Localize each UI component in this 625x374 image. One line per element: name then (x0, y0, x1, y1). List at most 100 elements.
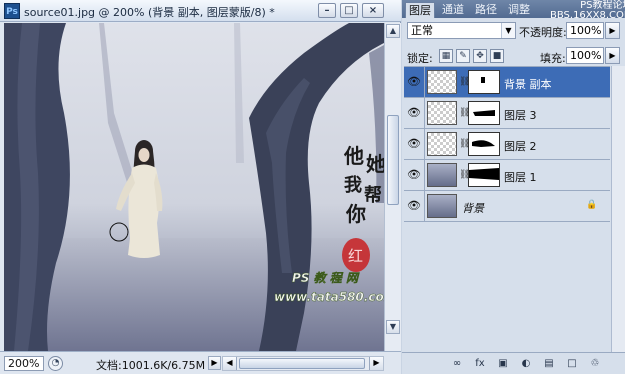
layer-name[interactable]: 图层 1 (504, 169, 537, 185)
document-title: source01.jpg @ 200% (背景 副本, 图层蒙版/8) * (24, 6, 275, 19)
tab-adjustments[interactable]: 调整 (504, 2, 534, 18)
lock-label: 锁定: (407, 52, 433, 65)
calligraphy-char: 她 (366, 152, 384, 176)
forum-watermark-line: BBS.16XX8.COM (550, 10, 625, 21)
mask-shape (469, 168, 499, 180)
seal-char: 红 (348, 247, 363, 265)
canvas-artwork: 他 她 我 帮 你 红 PS 教 程 网 www.tata580.com (4, 23, 384, 351)
layers-list: 👁 ⛓ 背景 副本 👁 ⛓ 图层 3 👁 ⛓ 图层 2 👁 ⛓ 图层 1 👁 背… (404, 66, 610, 352)
scroll-down-icon[interactable]: ▼ (386, 320, 400, 334)
layer-thumbnail (427, 163, 457, 187)
scroll-thumb[interactable] (239, 358, 365, 369)
scroll-left-icon[interactable]: ◀ (223, 357, 237, 370)
layer-row[interactable]: 👁 ⛓ 图层 1 (404, 160, 610, 191)
tab-layers[interactable]: 图层 (405, 2, 435, 18)
new-layer-icon[interactable]: □ (565, 357, 579, 371)
layer-row[interactable]: 👁 ⛓ 图层 2 (404, 129, 610, 160)
scroll-thumb[interactable] (387, 115, 399, 205)
document-window: Ps source01.jpg @ 200% (背景 副本, 图层蒙版/8) *… (0, 0, 401, 374)
layers-scrollbar[interactable] (611, 66, 625, 352)
status-menu-arrow-icon[interactable]: ▶ (208, 356, 221, 370)
scroll-up-icon[interactable]: ▲ (386, 24, 400, 38)
calligraphy-char: 你 (345, 202, 366, 226)
mask-shape (472, 140, 495, 147)
layer-mask-thumbnail[interactable] (468, 163, 500, 187)
scroll-right-icon[interactable]: ▶ (369, 357, 383, 370)
eye-icon[interactable]: 👁 (406, 106, 422, 120)
layer-thumbnail (427, 132, 457, 156)
add-mask-icon[interactable]: ▣ (496, 357, 510, 371)
eye-icon[interactable]: 👁 (406, 137, 422, 151)
site-url-watermark: www.tata580.com (274, 290, 384, 304)
row-divider (424, 160, 425, 191)
canvas-vertical-scrollbar[interactable]: ▲ ▼ (384, 23, 401, 351)
close-button[interactable]: × (362, 3, 384, 18)
eye-icon[interactable]: 👁 (406, 199, 422, 213)
chain-link-icon[interactable]: ⛓ (459, 76, 470, 88)
adjustment-layer-icon[interactable]: ◐ (519, 357, 533, 371)
layer-mask-thumbnail[interactable] (468, 70, 500, 94)
chevron-down-icon: ▼ (501, 23, 515, 38)
fx-icon[interactable]: fx (473, 357, 487, 371)
layer-thumbnail (427, 194, 457, 218)
chain-link-icon[interactable]: ⛓ (459, 169, 470, 181)
layer-mask-thumbnail[interactable] (468, 101, 500, 125)
fill-label: 填充: (540, 52, 566, 65)
layer-name[interactable]: 背景 副本 (504, 76, 552, 92)
lock-paint-brush-icon[interactable]: ✎ (456, 49, 470, 63)
zoom-level-field[interactable]: 200% (4, 356, 44, 371)
layer-thumbnail (427, 70, 457, 94)
lock-transparency-icon[interactable]: ▦ (439, 49, 453, 63)
layer-row[interactable]: 👁 ⛓ 图层 3 (404, 98, 610, 129)
layer-name[interactable]: 图层 3 (504, 107, 537, 123)
row-divider (424, 191, 425, 222)
new-group-icon[interactable]: ▤ (542, 357, 556, 371)
layer-mask-thumbnail[interactable] (468, 132, 500, 156)
row-divider (424, 67, 425, 98)
lock-icon: 🔒 (586, 200, 598, 210)
blend-mode-select[interactable]: 正常 ▼ (407, 22, 516, 39)
document-titlebar[interactable]: Ps source01.jpg @ 200% (背景 副本, 图层蒙版/8) *… (0, 0, 401, 22)
layer-row[interactable]: 👁 背景 🔒 (404, 191, 610, 222)
tab-channels[interactable]: 通道 (438, 2, 468, 18)
calligraphy-char: 帮 (364, 184, 382, 206)
eye-icon[interactable]: 👁 (406, 168, 422, 182)
chain-link-icon[interactable]: ⛓ (459, 138, 470, 150)
mask-shape (473, 110, 495, 116)
opacity-slider-arrow-icon[interactable]: ▶ (605, 22, 620, 39)
layer-row[interactable]: 👁 ⛓ 背景 副本 (404, 67, 610, 98)
lock-position-icon[interactable]: ✥ (473, 49, 487, 63)
image-canvas[interactable]: 他 她 我 帮 你 红 PS 教 程 网 www.tata580.com (4, 23, 384, 351)
fill-field[interactable]: 100% (566, 47, 604, 64)
zoom-navigator-icon[interactable]: ◔ (48, 356, 63, 371)
document-size-info: 文档:1001.6K/6.75M (96, 359, 206, 372)
minimize-button[interactable]: – (318, 3, 336, 18)
layer-name[interactable]: 图层 2 (504, 138, 537, 154)
chain-link-icon[interactable]: ⛓ (459, 107, 470, 119)
canvas-horizontal-scrollbar[interactable]: ◀ ▶ (222, 356, 384, 371)
layers-footer: ∞ fx ▣ ◐ ▤ □ ♲ (402, 352, 625, 374)
tab-paths[interactable]: 路径 (471, 2, 501, 18)
red-seal: 红 (342, 238, 370, 272)
delete-layer-icon[interactable]: ♲ (588, 357, 602, 371)
row-divider (424, 98, 425, 129)
blend-mode-value: 正常 (411, 24, 433, 37)
site-name-watermark: PS 教 程 网 (292, 271, 360, 285)
layer-name[interactable]: 背景 (462, 200, 484, 216)
opacity-label: 不透明度: (519, 26, 567, 39)
eye-icon[interactable]: 👁 (406, 75, 422, 89)
calligraphy-char: 我 (344, 175, 362, 196)
maximize-button[interactable]: □ (340, 3, 358, 18)
layer-thumbnail (427, 101, 457, 125)
opacity-field[interactable]: 100% (566, 22, 604, 39)
mask-shape (481, 77, 485, 83)
photoshop-logo-icon: Ps (4, 3, 20, 19)
document-status-bar: 200% ◔ 文档:1001.6K/6.75M ▶ ◀ ▶ (0, 351, 401, 374)
lock-all-icon[interactable]: ■ (490, 49, 504, 63)
link-layers-icon[interactable]: ∞ (450, 357, 464, 371)
layers-panel: 图层 通道 路径 调整 PS教程论坛 BBS.16XX8.COM 正常 ▼ 不透… (402, 0, 625, 374)
panel-tab-bar: 图层 通道 路径 调整 PS教程论坛 BBS.16XX8.COM (402, 0, 625, 21)
fill-slider-arrow-icon[interactable]: ▶ (605, 47, 620, 64)
row-divider (424, 129, 425, 160)
forum-watermark: PS教程论坛 BBS.16XX8.COM (550, 1, 625, 21)
